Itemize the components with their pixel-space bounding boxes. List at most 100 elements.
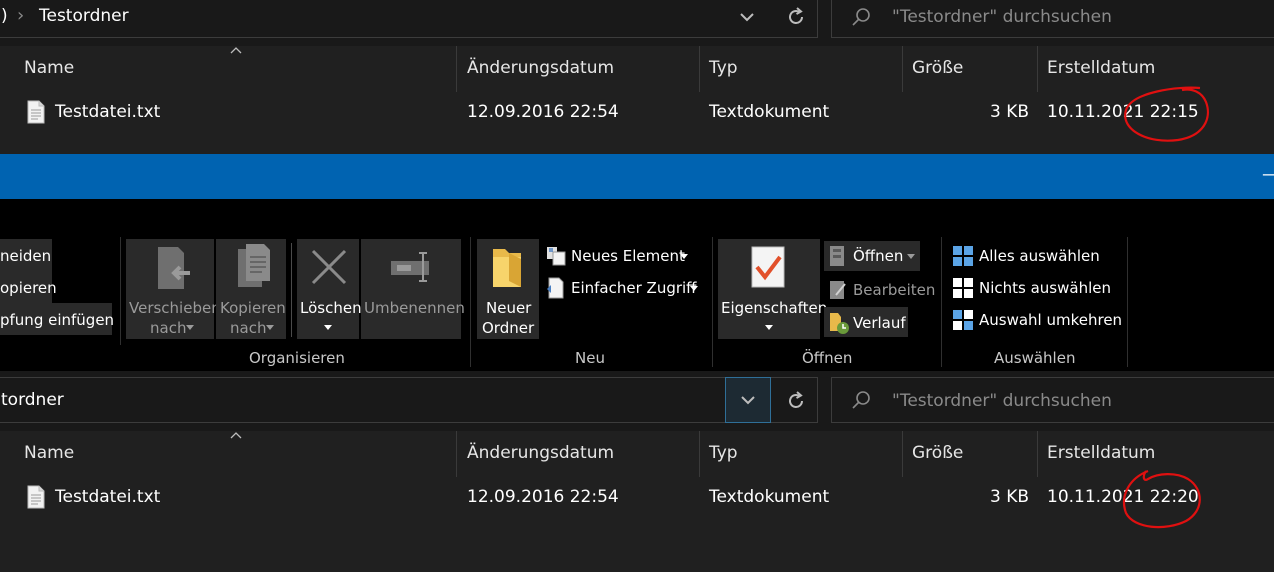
minimize-icon[interactable]: — xyxy=(1262,164,1274,185)
rename-label: Umbenennen xyxy=(364,299,465,317)
column-divider[interactable] xyxy=(699,46,700,92)
file-name: Testdatei.txt xyxy=(55,102,161,122)
new-element-label: Neues Element xyxy=(571,247,685,265)
text-file-icon xyxy=(26,100,46,124)
easy-access-button[interactable]: Einfacher Zugriff xyxy=(543,275,713,303)
column-header-created[interactable]: Erstelldatum xyxy=(1047,443,1155,463)
column-header-name[interactable]: Name xyxy=(24,443,74,463)
select-all-button[interactable]: Alles auswählen xyxy=(950,243,1120,271)
open-label: Öffnen xyxy=(853,247,904,265)
ribbon-separator xyxy=(1127,237,1128,367)
group-label-organize: Organisieren xyxy=(249,349,345,367)
group-label-select: Auswählen xyxy=(994,349,1076,367)
sort-up-icon xyxy=(230,431,242,439)
column-header-modified[interactable]: Änderungsdatum xyxy=(467,443,614,463)
copy-to-label: Kopieren xyxy=(220,299,286,317)
move-to-button[interactable]: Verschieben nach xyxy=(126,239,221,339)
dropdown-arrow-icon xyxy=(765,325,773,330)
column-divider[interactable] xyxy=(1037,431,1038,477)
title-bar[interactable]: — xyxy=(0,154,1274,199)
column-divider[interactable] xyxy=(1037,46,1038,92)
new-folder-label: Neuer xyxy=(486,299,532,317)
column-header-type[interactable]: Typ xyxy=(709,443,738,463)
invert-selection-button[interactable]: Auswahl umkehren xyxy=(950,307,1125,335)
column-header-size[interactable]: Größe xyxy=(912,443,963,463)
column-divider[interactable] xyxy=(902,431,903,477)
new-folder-icon xyxy=(489,245,529,291)
file-modified: 12.09.2016 22:54 xyxy=(467,487,619,507)
bottom-address-text: tordner xyxy=(1,390,64,410)
new-element-button[interactable]: Neues Element xyxy=(543,243,703,271)
column-header-created[interactable]: Erstelldatum xyxy=(1047,58,1155,78)
copy-path-button[interactable]: opieren xyxy=(0,279,57,297)
search-icon xyxy=(850,7,872,29)
top-address-region: ) › Testordner "Testordner" durchsuchen xyxy=(0,0,1274,46)
table-row[interactable]: Testdatei.txt 12.09.2016 22:54 Textdokum… xyxy=(0,477,1274,519)
top-search-box[interactable]: "Testordner" durchsuchen xyxy=(831,0,1274,38)
group-label-new: Neu xyxy=(575,349,605,367)
history-icon xyxy=(828,311,850,335)
ribbon-separator xyxy=(470,237,471,367)
move-to-icon xyxy=(154,245,194,291)
ribbon-separator xyxy=(941,237,942,367)
dropdown-arrow-icon xyxy=(266,325,274,330)
copy-to-label-2: nach xyxy=(230,319,267,337)
column-header-modified[interactable]: Änderungsdatum xyxy=(467,58,614,78)
breadcrumb-prefix: ) xyxy=(1,6,8,26)
select-none-button[interactable]: Nichts auswählen xyxy=(950,275,1120,303)
file-type: Textdokument xyxy=(709,487,830,507)
properties-button[interactable]: Eigenschaften xyxy=(718,239,827,339)
column-header-name[interactable]: Name xyxy=(24,58,74,78)
search-placeholder: "Testordner" durchsuchen xyxy=(892,7,1112,27)
delete-x-icon xyxy=(309,247,349,287)
paste-shortcut-button[interactable]: pfung einfügen xyxy=(0,311,114,329)
column-header-size[interactable]: Größe xyxy=(912,58,963,78)
chevron-down-icon xyxy=(738,390,758,410)
bottom-address-bar[interactable]: tordner xyxy=(0,377,818,423)
file-modified: 12.09.2016 22:54 xyxy=(467,102,619,122)
select-none-label: Nichts auswählen xyxy=(979,279,1111,297)
refresh-icon[interactable] xyxy=(785,6,807,28)
delete-button[interactable]: Löschen xyxy=(297,239,362,339)
ribbon-separator xyxy=(712,237,713,367)
column-divider[interactable] xyxy=(699,431,700,477)
history-button[interactable]: Verlauf xyxy=(824,307,908,337)
invert-selection-icon xyxy=(952,309,974,331)
text-file-icon xyxy=(26,485,46,509)
easy-access-label: Einfacher Zugriff xyxy=(571,279,697,297)
column-divider[interactable] xyxy=(902,46,903,92)
dropdown-arrow-icon xyxy=(680,254,688,259)
chevron-down-icon[interactable] xyxy=(737,7,757,27)
new-folder-label-2: Ordner xyxy=(482,319,535,337)
ribbon-separator xyxy=(120,237,121,345)
address-dropdown-button[interactable] xyxy=(725,377,771,423)
invert-selection-label: Auswahl umkehren xyxy=(979,311,1123,329)
rename-icon xyxy=(389,249,433,285)
column-divider[interactable] xyxy=(456,46,457,92)
properties-icon xyxy=(750,245,786,289)
copy-to-button[interactable]: Kopieren nach xyxy=(216,239,286,339)
column-divider[interactable] xyxy=(456,431,457,477)
top-address-bar[interactable]: ) › Testordner xyxy=(0,0,818,38)
copy-to-icon xyxy=(234,243,274,289)
top-file-list: Name Änderungsdatum Typ Größe Erstelldat… xyxy=(0,46,1274,154)
open-button[interactable]: Öffnen xyxy=(824,241,920,271)
refresh-icon[interactable] xyxy=(785,390,807,412)
column-header-type[interactable]: Typ xyxy=(709,58,738,78)
easy-access-icon xyxy=(545,277,567,299)
edit-label: Bearbeiten xyxy=(853,281,936,299)
cut-button[interactable]: neiden xyxy=(0,247,51,265)
breadcrumb-folder[interactable]: Testordner xyxy=(39,6,129,26)
new-folder-button[interactable]: Neuer Ordner xyxy=(477,239,539,339)
search-placeholder: "Testordner" durchsuchen xyxy=(892,391,1112,411)
bottom-address-region: tordner "Testordner" durchsuchen xyxy=(0,371,1274,431)
file-size: 3 KB xyxy=(990,102,1030,122)
breadcrumb-separator-icon: › xyxy=(17,5,25,26)
edit-button[interactable]: Bearbeiten xyxy=(824,275,936,305)
table-row[interactable]: Testdatei.txt 12.09.2016 22:54 Textdokum… xyxy=(0,92,1274,134)
bottom-search-box[interactable]: "Testordner" durchsuchen xyxy=(831,377,1274,423)
rename-button[interactable]: Umbenennen xyxy=(361,239,465,339)
edit-icon xyxy=(828,279,848,301)
dropdown-arrow-icon xyxy=(186,325,194,330)
red-circle-annotation xyxy=(1114,467,1206,533)
